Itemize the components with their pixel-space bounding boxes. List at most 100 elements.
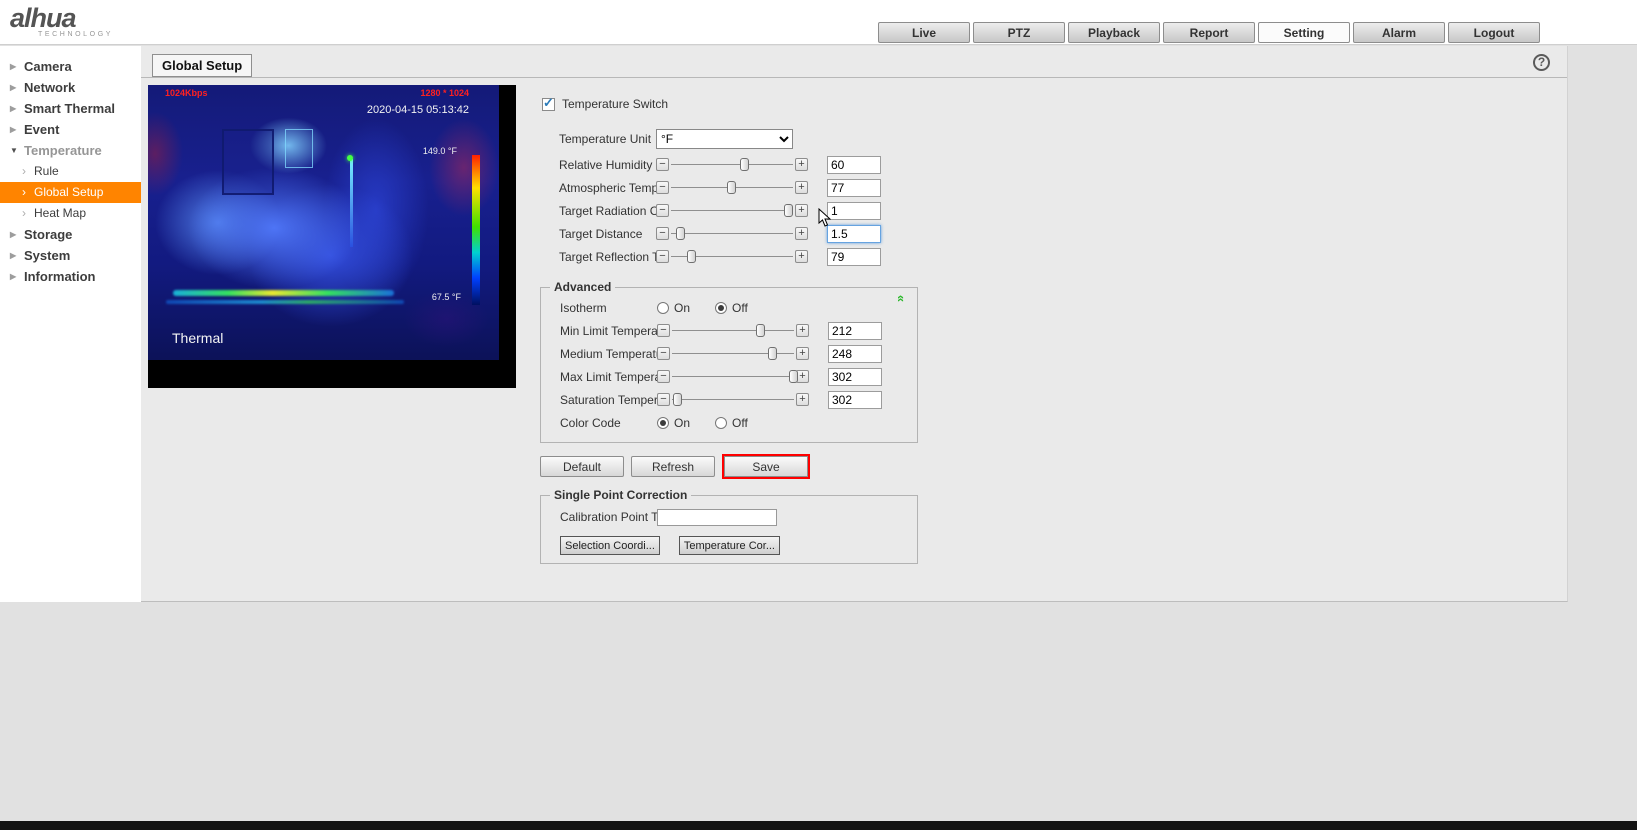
minus-button[interactable]: −	[656, 158, 669, 171]
temperature-unit-label: Temperature Unit	[559, 132, 656, 146]
minus-button[interactable]: −	[657, 347, 670, 360]
refresh-button[interactable]: Refresh	[631, 456, 715, 477]
value-input[interactable]	[828, 391, 882, 409]
sidebar-item-heat-map[interactable]: › Heat Map	[0, 203, 141, 224]
value-input[interactable]	[828, 368, 882, 386]
chevron-down-icon: ▼	[10, 140, 18, 161]
brand-tagline: TECHNOLOGY	[38, 31, 113, 38]
isotherm-off-radio[interactable]	[715, 302, 727, 314]
slider-handle[interactable]	[740, 158, 749, 171]
sidebar-item-storage[interactable]: ▶ Storage	[0, 224, 141, 245]
plus-button[interactable]: +	[795, 204, 808, 217]
color-code-on-radio[interactable]	[657, 417, 669, 429]
plus-button[interactable]: +	[795, 158, 808, 171]
help-icon[interactable]: ?	[1533, 54, 1550, 71]
minus-button[interactable]: −	[657, 324, 670, 337]
plus-button[interactable]: +	[796, 393, 809, 406]
advanced-section: Advanced « Isotherm On Off Min Limit Tem…	[540, 280, 918, 443]
value-input[interactable]	[827, 179, 881, 197]
slider-track[interactable]	[671, 226, 793, 241]
plus-button[interactable]: +	[795, 250, 808, 263]
slider-row-target-distance: Target Distance − +	[540, 222, 935, 245]
top-nav: Live PTZ Playback Report Setting Alarm L…	[878, 22, 1540, 43]
slider-track[interactable]	[672, 369, 794, 384]
sidebar-item-camera[interactable]: ▶ Camera	[0, 56, 141, 77]
sidebar-item-system[interactable]: ▶ System	[0, 245, 141, 266]
temperature-scale-bar	[472, 155, 480, 305]
collapse-icon[interactable]: «	[895, 295, 908, 302]
default-button[interactable]: Default	[540, 456, 624, 477]
color-code-off-radio[interactable]	[715, 417, 727, 429]
chevron-right-icon: ▶	[10, 224, 16, 245]
value-input[interactable]	[827, 225, 881, 243]
nav-alarm[interactable]: Alarm	[1353, 22, 1445, 43]
slider-track[interactable]	[671, 203, 793, 218]
nav-live[interactable]: Live	[878, 22, 970, 43]
sidebar-item-event[interactable]: ▶ Event	[0, 119, 141, 140]
plus-button[interactable]: +	[795, 227, 808, 240]
plus-button[interactable]: +	[795, 181, 808, 194]
slider-label: Saturation Tempera...	[560, 393, 657, 407]
slider-row-saturation-temperature: Saturation Tempera... − +	[541, 388, 917, 411]
slider-track[interactable]	[672, 392, 794, 407]
sidebar-item-temperature[interactable]: ▼ Temperature	[0, 140, 141, 161]
minus-button[interactable]: −	[656, 181, 669, 194]
minus-button[interactable]: −	[656, 227, 669, 240]
value-input[interactable]	[828, 322, 882, 340]
plus-button[interactable]: +	[796, 370, 809, 383]
temperature-switch-checkbox[interactable]: ✓	[542, 98, 555, 111]
sidebar-item-label: Storage	[24, 227, 72, 242]
tab-global-setup[interactable]: Global Setup	[152, 54, 252, 77]
slider-track[interactable]	[671, 157, 793, 172]
sidebar-item-global-setup[interactable]: › Global Setup	[0, 182, 141, 203]
slider-handle[interactable]	[768, 347, 777, 360]
bottom-bar	[0, 821, 1637, 830]
minus-button[interactable]: −	[656, 250, 669, 263]
single-point-buttons: Selection Coordi... Temperature Cor...	[541, 536, 917, 555]
isotherm-on-radio[interactable]	[657, 302, 669, 314]
slider-track[interactable]	[672, 323, 794, 338]
chevron-right-icon: ▶	[10, 119, 16, 140]
plus-button[interactable]: +	[796, 324, 809, 337]
slider-handle[interactable]	[789, 370, 798, 383]
sidebar-item-rule[interactable]: › Rule	[0, 161, 141, 182]
slider-track[interactable]	[671, 249, 793, 264]
slider-track[interactable]	[672, 346, 794, 361]
nav-logout[interactable]: Logout	[1448, 22, 1540, 43]
sidebar-item-smart-thermal[interactable]: ▶ Smart Thermal	[0, 98, 141, 119]
global-setup-form: ✓ Temperature Switch Temperature Unit °F…	[540, 91, 935, 564]
sidebar-item-network[interactable]: ▶ Network	[0, 77, 141, 98]
nav-ptz[interactable]: PTZ	[973, 22, 1065, 43]
calibration-input[interactable]	[657, 509, 777, 526]
slider-handle[interactable]	[673, 393, 682, 406]
value-input[interactable]	[827, 156, 881, 174]
nav-playback[interactable]: Playback	[1068, 22, 1160, 43]
nav-report[interactable]: Report	[1163, 22, 1255, 43]
slider-handle[interactable]	[756, 324, 765, 337]
slider-handle[interactable]	[784, 204, 793, 217]
temperature-unit-select[interactable]: °F	[656, 129, 793, 149]
top-header: alhua TECHNOLOGY Live PTZ Playback Repor…	[0, 0, 1637, 45]
sidebar-item-information[interactable]: ▶ Information	[0, 266, 141, 287]
value-input[interactable]	[828, 345, 882, 363]
sidebar-item-label: Smart Thermal	[24, 101, 115, 116]
chevron-right-icon: ›	[22, 182, 26, 203]
color-code-off-option: Off	[715, 416, 750, 430]
slider-track[interactable]	[671, 180, 793, 195]
minus-button[interactable]: −	[657, 393, 670, 406]
value-input[interactable]	[827, 202, 881, 220]
slider-row-target-radiation: Target Radiation Co... − +	[540, 199, 935, 222]
chevron-right-icon: ›	[22, 203, 26, 224]
save-button[interactable]: Save	[724, 456, 808, 477]
plus-button[interactable]: +	[796, 347, 809, 360]
selection-coordinates-button[interactable]: Selection Coordi...	[560, 536, 660, 555]
nav-setting[interactable]: Setting	[1258, 22, 1350, 43]
slider-handle[interactable]	[676, 227, 685, 240]
slider-handle[interactable]	[687, 250, 696, 263]
temperature-correction-button[interactable]: Temperature Cor...	[679, 536, 780, 555]
minus-button[interactable]: −	[657, 370, 670, 383]
slider-handle[interactable]	[727, 181, 736, 194]
scale-min-label: 67.5 °F	[432, 292, 461, 302]
value-input[interactable]	[827, 248, 881, 266]
minus-button[interactable]: −	[656, 204, 669, 217]
